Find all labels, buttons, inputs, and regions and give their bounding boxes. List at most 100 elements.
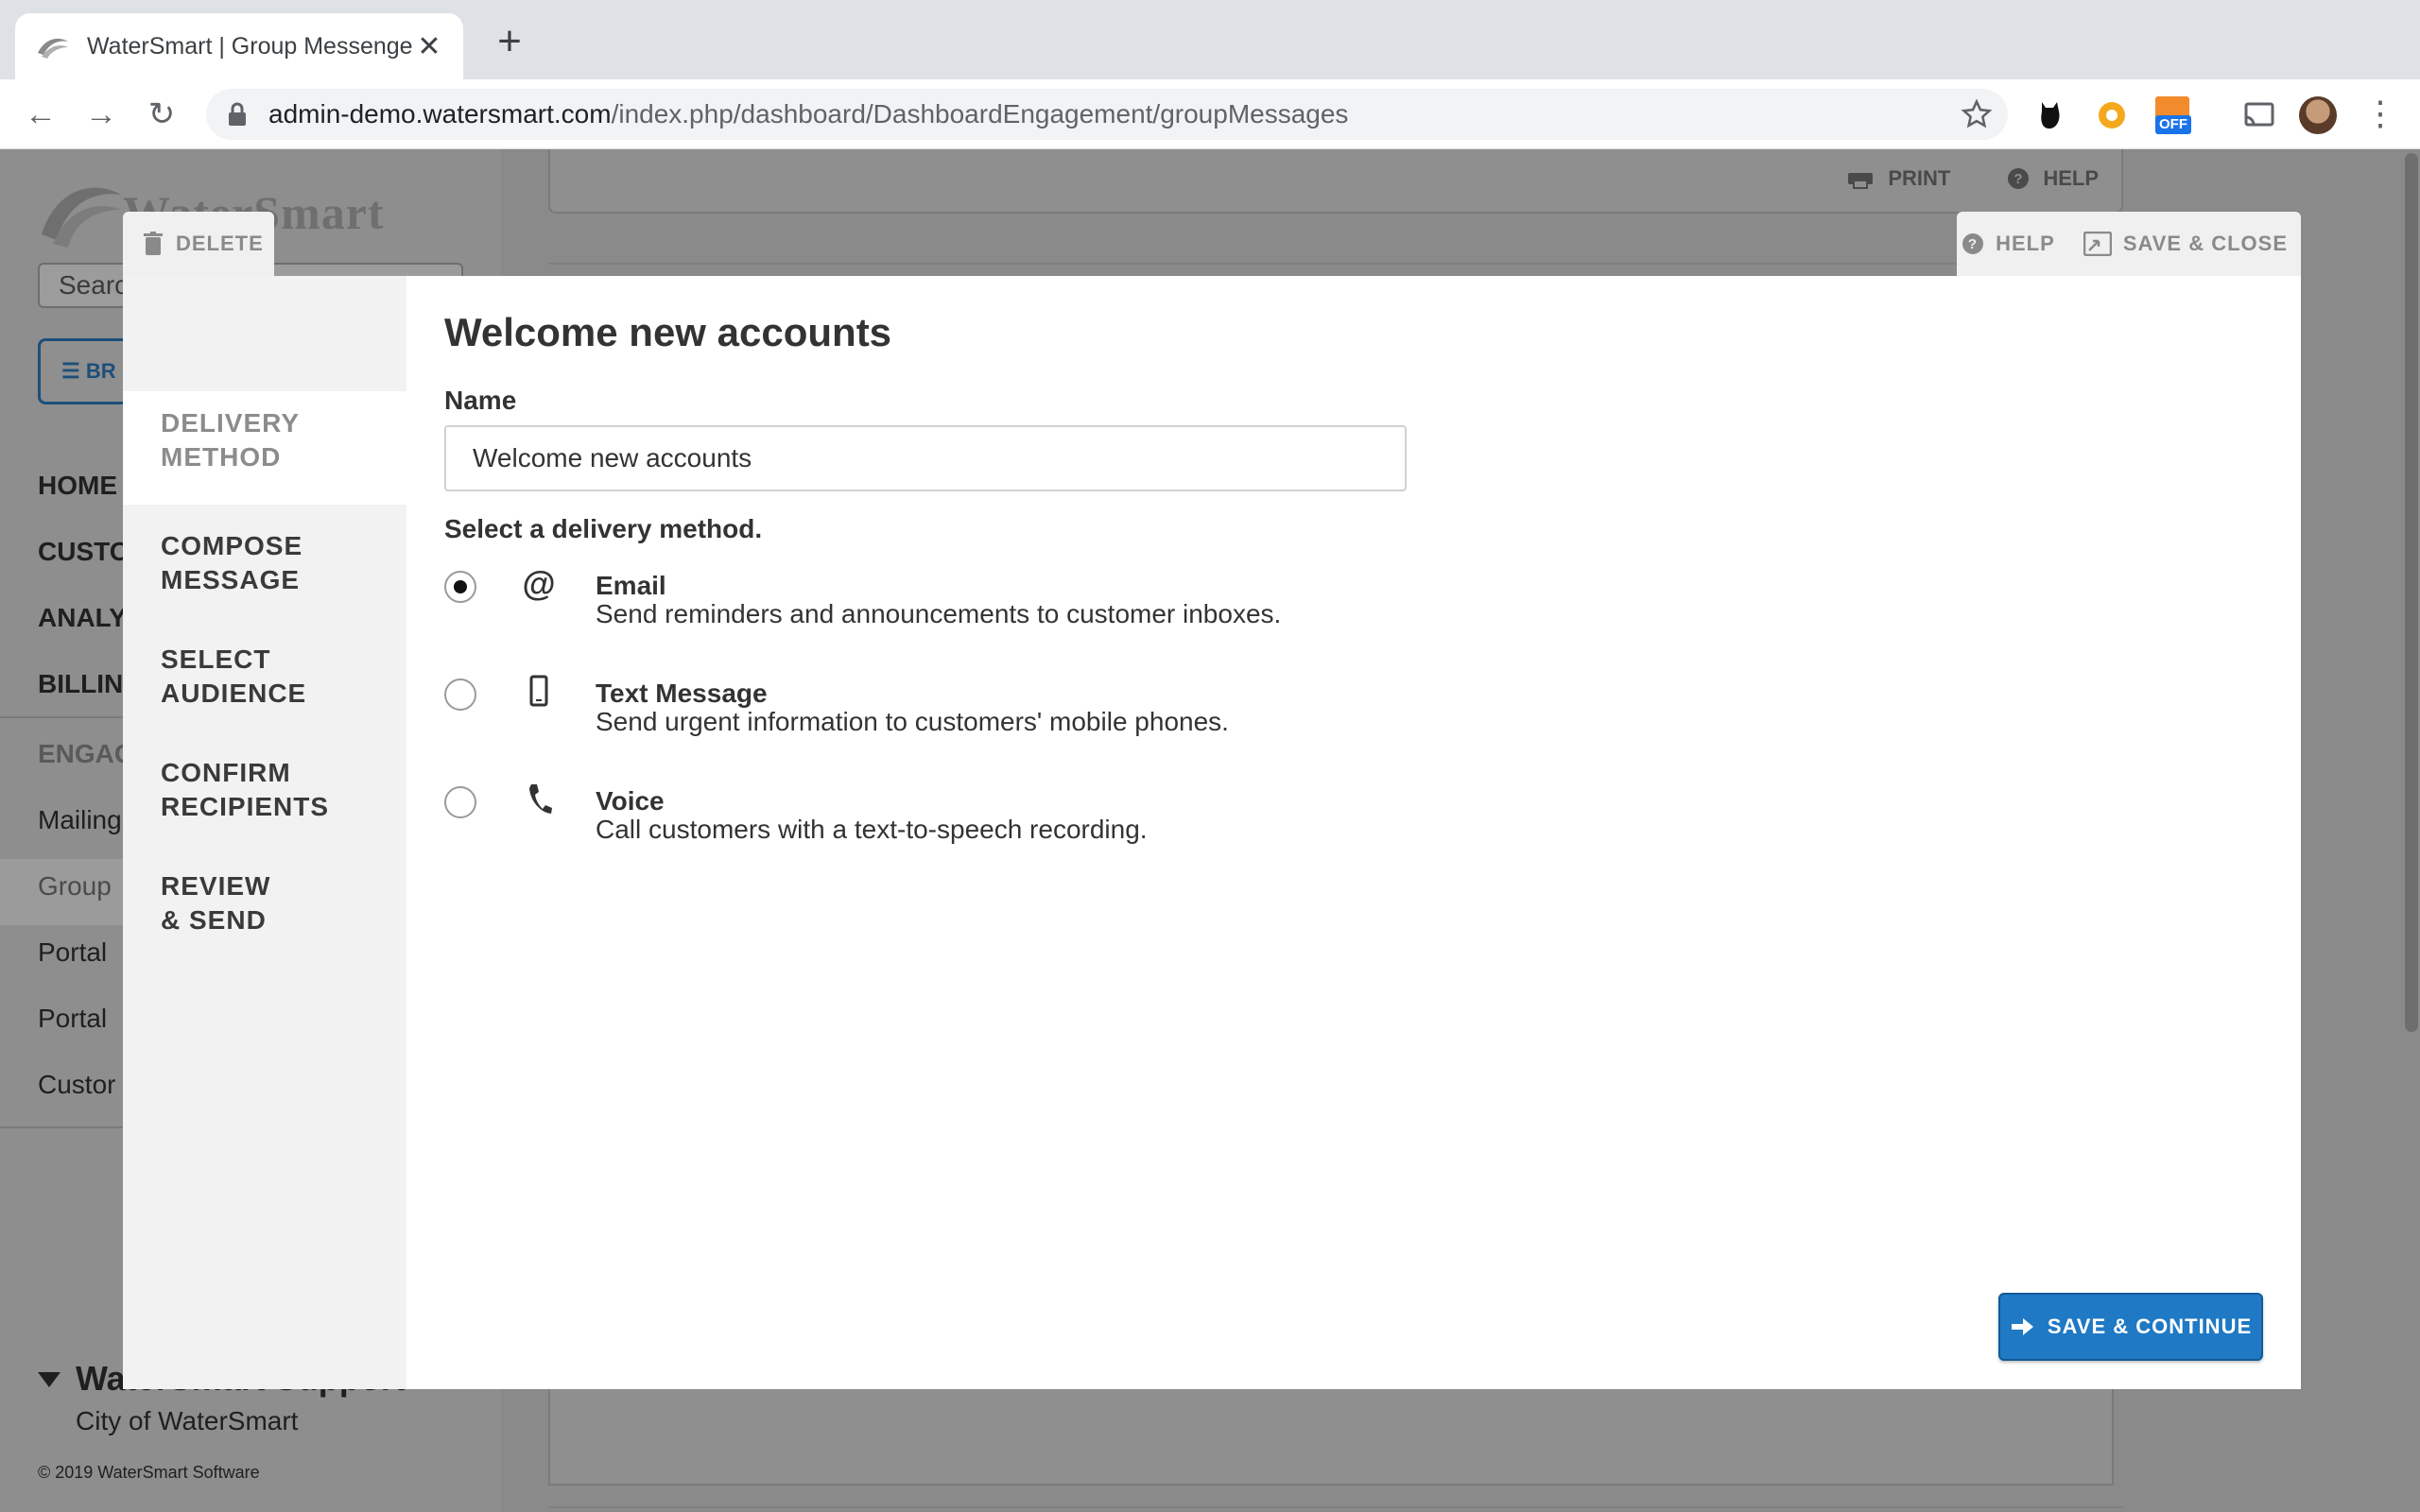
step-review-send[interactable]: REVIEW & SEND [123,869,406,937]
step-label-line1: COMPOSE [161,531,303,560]
watersmart-favicon-icon [38,38,68,59]
url-path: /index.php/dashboard/DashboardEngagement… [611,99,1349,129]
back-icon[interactable]: ← [19,93,62,136]
sidebar-item-home[interactable]: HOME [38,471,117,501]
profile-avatar[interactable] [2299,96,2337,134]
option-title: Email [596,571,666,600]
step-delivery-method[interactable]: DELIVERY METHOD [123,391,406,505]
cast-icon[interactable] [2240,96,2278,134]
page-title: Welcome new accounts [444,310,892,354]
svg-text:?: ? [1968,236,1978,252]
modal-help-button[interactable]: ? HELP [1962,232,2055,256]
sidebar-item-customers[interactable]: CUSTO [38,537,130,567]
arrow-right-icon [2011,1318,2033,1335]
forward-icon[interactable]: → [79,93,123,136]
sidebar-item-custom[interactable]: Custor [38,1070,115,1100]
extension-cat-icon[interactable] [2032,96,2070,134]
browser-tab[interactable]: WaterSmart | Group Messenger ✕ [15,13,463,79]
sidebar-item-mailing[interactable]: Mailing [38,805,122,835]
trash-icon [144,232,163,255]
help-circle-icon: ? [1962,233,1984,254]
hamburger-icon: ☰ [61,359,80,383]
help-label: HELP [2043,166,2099,190]
help-button[interactable]: ? HELP [2007,166,2099,191]
print-icon [1848,173,1874,189]
extension-off-badge[interactable]: OFF [2153,96,2191,134]
extension-off-label: OFF [2155,115,2191,134]
extension-gear-icon[interactable] [2093,96,2131,134]
user-caret-icon[interactable] [38,1372,60,1387]
browser-tabstrip: WaterSmart | Group Messenger ✕ + [0,0,2420,79]
new-tab-icon[interactable]: + [488,21,531,64]
wizard-steps: DELIVERY METHOD COMPOSE MESSAGE SELECT A… [123,276,406,1389]
background-rule-2 [548,1506,2123,1508]
bookmark-star-icon[interactable] [1961,98,1993,130]
help-icon: ? [2008,168,2030,189]
voice-radio[interactable] [444,786,476,818]
page-scrollbar[interactable] [2405,153,2418,1032]
background-rule [548,263,2123,265]
save-continue-label: SAVE & CONTINUE [2047,1314,2253,1338]
step-label-line2: METHOD [161,442,282,472]
save-close-button[interactable]: SAVE & CLOSE [2083,232,2288,256]
option-email[interactable]: @ Email Send reminders and announcements… [444,565,1484,641]
option-voice[interactable]: Voice Call customers with a text-to-spee… [444,781,1484,856]
option-title: Voice [596,786,665,816]
option-desc: Call customers with a text-to-speech rec… [596,815,1148,844]
step-confirm-recipients[interactable]: CONFIRM RECIPIENTS [123,756,406,824]
sidebar-item-portal-2[interactable]: Portal [38,1004,107,1034]
option-desc: Send reminders and announcements to cust… [596,599,1282,628]
sidebar-section-engagement[interactable]: ENGAG [38,739,135,769]
step-compose-message[interactable]: COMPOSE MESSAGE [123,529,406,597]
step-label-line1: REVIEW [161,871,271,901]
name-label: Name [444,386,517,415]
sidebar-item-analytics[interactable]: ANALY [38,603,127,633]
save-close-icon [2083,232,2112,256]
text-message-radio[interactable] [444,679,476,711]
svg-text:?: ? [2014,171,2023,187]
step-label-line2: RECIPIENTS [161,792,330,821]
modal-top-actions: ? HELP SAVE & CLOSE [1957,212,2301,276]
address-bar[interactable]: admin-demo.watersmart.com/index.php/dash… [206,89,2008,140]
background-panel-header: PRINT ? HELP [548,149,2123,214]
print-button[interactable]: PRINT [1846,166,1950,191]
option-desc: Send urgent information to customers' mo… [596,707,1229,736]
modal-help-label: HELP [1996,232,2055,255]
save-continue-button[interactable]: SAVE & CONTINUE [1998,1293,2263,1361]
tab-title: WaterSmart | Group Messenger [87,32,412,60]
reload-icon[interactable]: ↻ [140,93,183,136]
browser-toolbar: ← → ↻ admin-demo.watersmart.com/index.ph… [0,79,2420,149]
phone-handset-icon [529,784,552,814]
user-org: City of WaterSmart [76,1406,299,1435]
delivery-method-label: Select a delivery method. [444,514,763,543]
sidebar-item-group[interactable]: Group [38,871,112,902]
sidebar-item-billing[interactable]: BILLIN [38,669,123,699]
background-panel-lower [548,1389,2114,1486]
email-radio[interactable] [444,571,476,603]
mobile-phone-icon [529,675,548,707]
step-label-line2: MESSAGE [161,565,301,594]
logo-wave-icon [42,187,121,248]
step-label-line2: AUDIENCE [161,679,307,708]
save-close-label: SAVE & CLOSE [2122,232,2288,255]
step-label-line1: DELIVERY [161,408,300,438]
at-icon: @ [522,564,556,603]
step-label-line1: SELECT [161,644,271,674]
delete-label: DELETE [176,232,264,255]
delete-button[interactable]: DELETE [123,212,274,276]
browser-menu-icon[interactable]: ⋮ [2363,96,2397,134]
url-domain: admin-demo.watersmart.com [268,99,612,129]
sidebar-item-portal-1[interactable]: Portal [38,937,107,968]
lock-icon [229,102,246,126]
name-input[interactable] [444,425,1407,491]
tab-close-icon[interactable]: ✕ [412,30,446,63]
option-title: Text Message [596,679,768,708]
url-text: admin-demo.watersmart.com/index.php/dash… [268,89,1348,140]
copyright: © 2019 WaterSmart Software [38,1463,260,1482]
option-text-message[interactable]: Text Message Send urgent information to … [444,673,1484,748]
step-select-audience[interactable]: SELECT AUDIENCE [123,643,406,711]
print-label: PRINT [1888,166,1951,190]
group-message-modal: DELIVERY METHOD COMPOSE MESSAGE SELECT A… [123,276,2301,1389]
step-label-line1: CONFIRM [161,758,291,787]
browse-label: BR [85,359,116,383]
